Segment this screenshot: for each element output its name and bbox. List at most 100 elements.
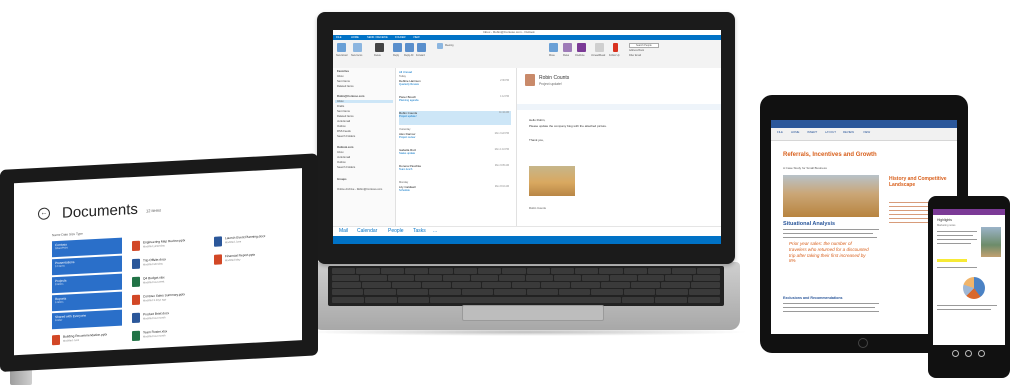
- folder-item[interactable]: Inbox: [337, 75, 344, 78]
- attached-photo[interactable]: [529, 166, 575, 196]
- folder-favorites[interactable]: Favorites: [337, 70, 349, 73]
- tab-send-receive[interactable]: SEND / RECEIVE: [367, 36, 388, 39]
- file-meta: Modified last month: [143, 334, 166, 339]
- page-title: Documents: [62, 200, 138, 222]
- folder-tile[interactable]: Presentations 12 items: [52, 255, 122, 276]
- meeting-icon[interactable]: [437, 43, 443, 49]
- nav-more[interactable]: ...: [433, 228, 437, 234]
- back-button-icon[interactable]: [952, 350, 959, 357]
- outlook-window: Inbox - Robin@Contoso.com - Outlook FILE…: [333, 30, 721, 244]
- list-item[interactable]: Pieter Bosch Planning agenda 1:12 PM: [399, 95, 511, 109]
- folder-item[interactable]: Drafts: [337, 105, 344, 108]
- folder-tile[interactable]: Contoso SharePoint: [52, 237, 122, 258]
- rules-icon[interactable]: [563, 43, 572, 52]
- file-item[interactable]: Building Recommendation.pptx Modified Ju…: [52, 329, 132, 349]
- note-text-line: [937, 235, 973, 237]
- onenote-icon[interactable]: [577, 43, 586, 52]
- folder-groups[interactable]: Groups: [337, 178, 347, 181]
- folder-item[interactable]: Search Folders: [337, 166, 355, 169]
- folder-item[interactable]: Junk Email: [337, 120, 350, 123]
- folder-account[interactable]: Robin@Contoso.com: [337, 95, 364, 98]
- attachment-bar[interactable]: [517, 104, 721, 110]
- file-meta: Modified last week: [143, 280, 165, 285]
- file-item[interactable]: Product Brief.docx Modified last month: [132, 307, 212, 327]
- tab-view[interactable]: VIEW: [413, 36, 420, 39]
- follow-up-label: Follow Up: [609, 54, 620, 57]
- reply-all-icon[interactable]: [405, 43, 414, 52]
- unread-read-label: Unread/Read: [591, 54, 606, 57]
- folder-account[interactable]: Outlook.com: [337, 146, 353, 149]
- tab-file[interactable]: FILE: [777, 130, 783, 134]
- message-time: Mon 3:22 PM: [494, 132, 509, 135]
- tab-home[interactable]: HOME: [351, 36, 359, 39]
- list-item[interactable]: Alex Darrow Project review Mon 3:22 PM: [399, 132, 511, 146]
- note-text-line: [937, 309, 991, 311]
- folder-item[interactable]: Sent Items: [337, 80, 350, 83]
- group-header: Yesterday: [399, 128, 411, 131]
- excel-icon: [132, 330, 140, 342]
- file-meta: Modified June: [225, 240, 242, 245]
- tab-layout[interactable]: LAYOUT: [825, 130, 836, 134]
- folder-tile[interactable]: Reports 5 items: [52, 291, 122, 312]
- windows-button-icon[interactable]: [965, 350, 972, 357]
- search-people-input[interactable]: Search People: [629, 43, 659, 48]
- list-item[interactable]: Lily Caldwell Schedule Mon 8:16 AM: [399, 185, 511, 199]
- folder-item[interactable]: Junk Email: [337, 156, 350, 159]
- file-item[interactable]: Q4 Budget.xlsx Modified last week: [132, 271, 212, 291]
- folder-item[interactable]: Sent Items: [337, 110, 350, 113]
- filter-email-link[interactable]: Filter Email: [629, 54, 641, 57]
- folder-item[interactable]: Inbox: [337, 151, 344, 154]
- unread-read-icon[interactable]: [595, 43, 604, 52]
- file-item[interactable]: Launch Event Planning.docx Modified June: [214, 231, 294, 251]
- new-email-icon[interactable]: [337, 43, 346, 52]
- file-item[interactable]: Engineering Map Review.pptx Modified yes…: [132, 235, 212, 255]
- nav-calendar[interactable]: Calendar: [357, 228, 377, 234]
- message-list: All Unread Today Debbie Harrison Quarter…: [396, 68, 517, 232]
- follow-up-flag-icon[interactable]: [613, 43, 618, 52]
- list-item[interactable]: Debbie Harrison Quarterly Review 2:36 PM: [399, 79, 511, 93]
- folder-item[interactable]: Deleted Items: [337, 85, 354, 88]
- file-item[interactable]: Contoso Sales Summary.pptx Modified 3 da…: [132, 289, 212, 309]
- file-meta: Modified last month: [143, 316, 166, 321]
- file-meta: Modified May: [225, 258, 241, 263]
- folder-item[interactable]: Outbox: [337, 125, 346, 128]
- folder-tile[interactable]: Shared with Everyone Folder: [52, 309, 122, 330]
- list-item[interactable]: Isabella Ruiz Status update Mon 1:10 PM: [399, 148, 511, 162]
- back-arrow-icon[interactable]: ←: [38, 207, 50, 221]
- tab-home[interactable]: HOME: [791, 130, 799, 134]
- tab-review[interactable]: REVIEW: [843, 130, 854, 134]
- file-item[interactable]: Financial Report.pptx Modified May: [214, 249, 294, 269]
- sort-tabs[interactable]: Name Date Size Type: [52, 232, 83, 238]
- folder-online-archive[interactable]: Online Archive - Robin@Contoso.com: [337, 188, 382, 191]
- nav-mail[interactable]: Mail: [339, 228, 348, 234]
- folder-item[interactable]: Deleted Items: [337, 115, 354, 118]
- move-icon[interactable]: [549, 43, 558, 52]
- message-time: Mon 1:10 PM: [494, 148, 509, 151]
- tab-insert[interactable]: INSERT: [807, 130, 817, 134]
- tab-view[interactable]: VIEW: [863, 130, 870, 134]
- new-items-icon[interactable]: [353, 43, 362, 52]
- folder-item[interactable]: RSS Feeds: [337, 130, 351, 133]
- folder-tile[interactable]: Projects 8 items: [52, 273, 122, 294]
- search-button-icon[interactable]: [978, 350, 985, 357]
- laptop-trackpad[interactable]: [462, 305, 604, 321]
- sender-avatar: [525, 74, 535, 86]
- forward-icon[interactable]: [417, 43, 426, 52]
- delete-icon[interactable]: [375, 43, 384, 52]
- reply-icon[interactable]: [393, 43, 402, 52]
- list-item[interactable]: Dorena Paschke Team lunch Mon 9:05 AM: [399, 164, 511, 178]
- nav-tasks[interactable]: Tasks: [413, 228, 426, 234]
- tab-file[interactable]: FILE: [336, 36, 341, 39]
- tab-folder[interactable]: FOLDER: [395, 36, 406, 39]
- ipad-home-button[interactable]: [858, 338, 868, 348]
- laptop-keyboard: [328, 266, 724, 306]
- nav-people[interactable]: People: [388, 228, 404, 234]
- folder-item[interactable]: Outbox: [337, 161, 346, 164]
- file-item[interactable]: Trip Offsite.docx Modified Monday: [132, 253, 212, 273]
- file-item[interactable]: Team Roster.xlsx Modified last month: [132, 325, 212, 345]
- folder-item[interactable]: Search Folders: [337, 135, 355, 138]
- folder-inbox-selected[interactable]: Inbox: [335, 100, 393, 103]
- list-item-selected[interactable]: Robin Counts Project update! 11:44 AM: [399, 111, 511, 125]
- message-filter[interactable]: All Unread: [399, 70, 412, 74]
- address-book-link[interactable]: Address Book: [629, 49, 644, 52]
